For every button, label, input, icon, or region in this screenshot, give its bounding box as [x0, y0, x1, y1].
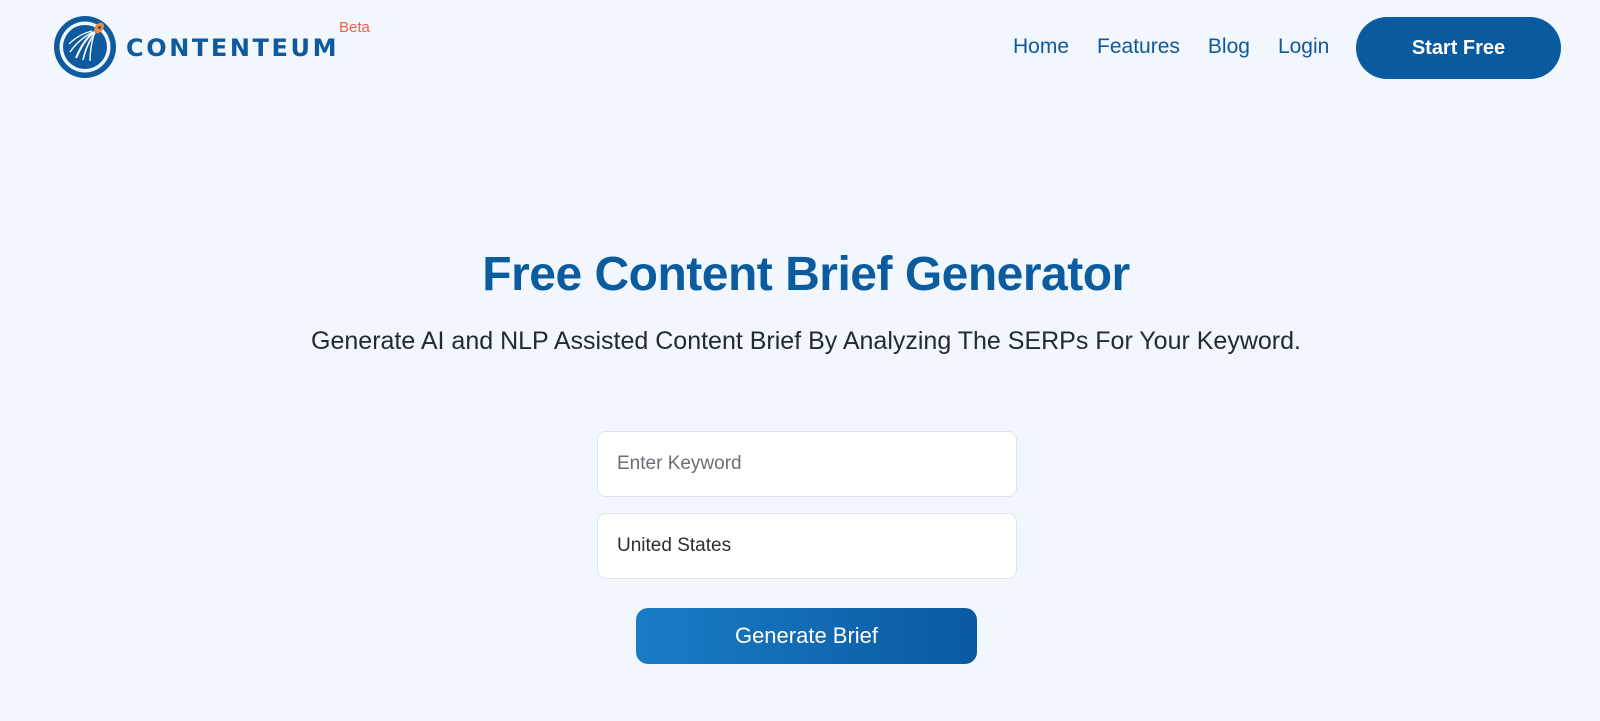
page-title: Free Content Brief Generator: [482, 248, 1130, 301]
country-select[interactable]: United States: [597, 513, 1017, 579]
rocket-logo-icon: [54, 16, 116, 78]
nav-link-home[interactable]: Home: [1013, 32, 1069, 62]
generate-brief-button[interactable]: Generate Brief: [636, 608, 977, 664]
beta-badge: Beta: [339, 19, 370, 36]
main-nav: Home Features Blog Login: [1013, 32, 1329, 62]
nav-link-features[interactable]: Features: [1097, 32, 1180, 62]
brand-logo[interactable]: CONTENTEUM: [52, 14, 339, 80]
page-subtitle: Generate AI and NLP Assisted Content Bri…: [311, 327, 1301, 355]
nav-link-login[interactable]: Login: [1278, 32, 1329, 62]
brand-name: CONTENTEUM: [126, 34, 340, 62]
keyword-input[interactable]: [597, 431, 1017, 497]
site-header: CONTENTEUM Beta Home Features Blog Login…: [0, 0, 1600, 96]
start-free-button[interactable]: Start Free: [1356, 17, 1561, 79]
nav-link-blog[interactable]: Blog: [1208, 32, 1250, 62]
